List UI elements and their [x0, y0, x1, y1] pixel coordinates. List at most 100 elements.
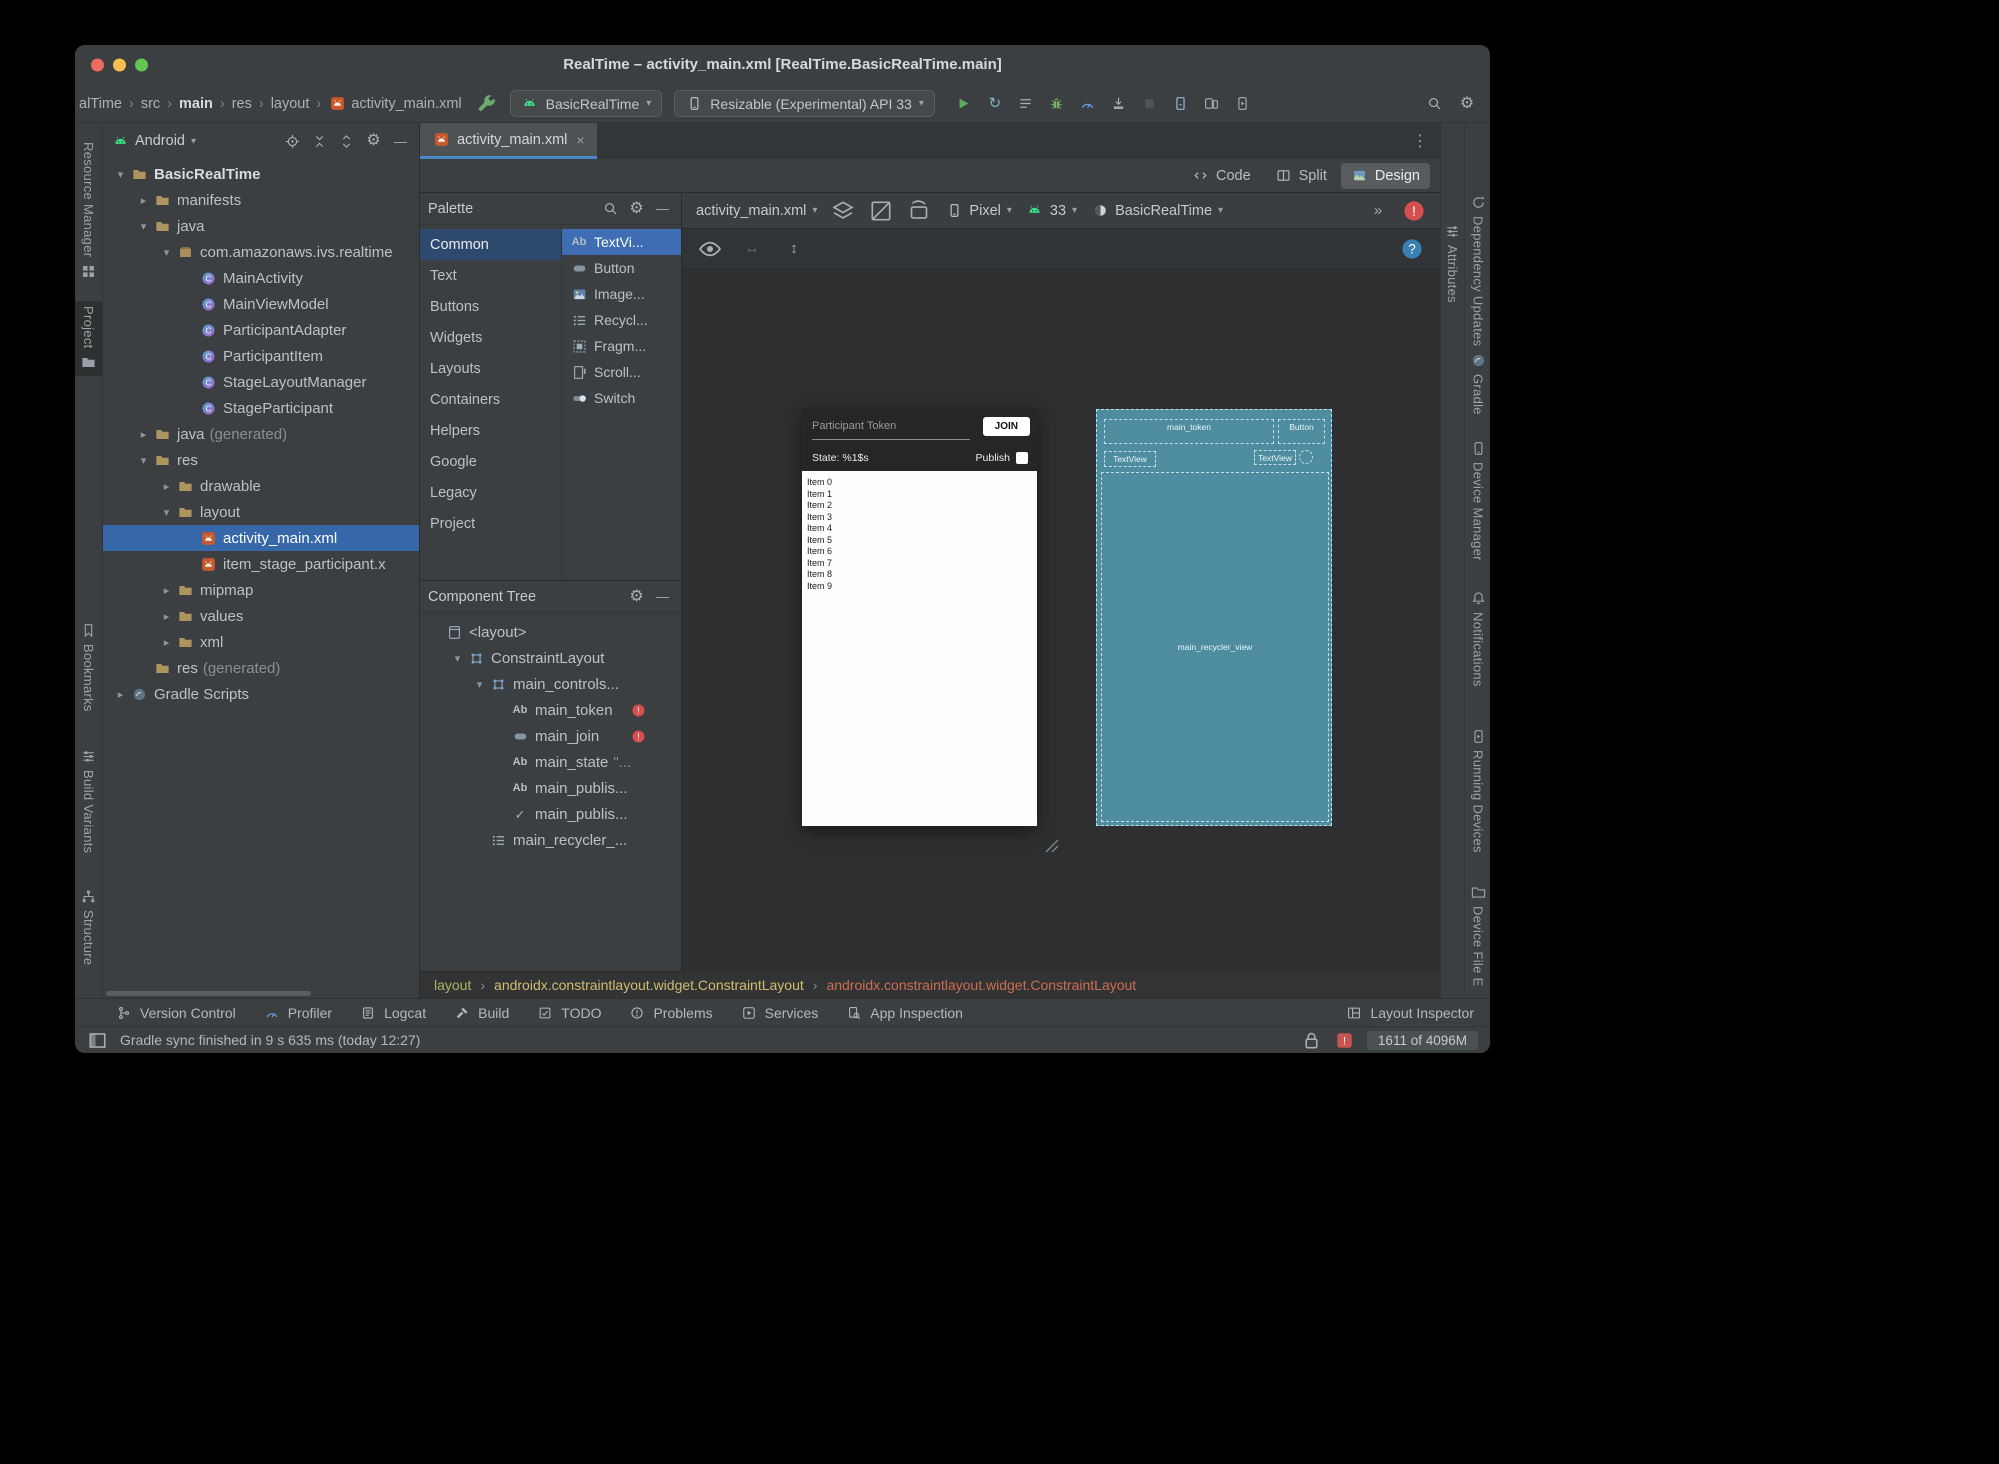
xml-breadcrumb-item-2[interactable]: androidx.constraintlayout.widget.Constra… — [826, 977, 1136, 993]
debug-icon[interactable] — [1048, 95, 1066, 113]
palette-category-helpers[interactable]: Helpers — [420, 415, 561, 446]
zoom-window-button[interactable] — [135, 58, 148, 72]
search-everywhere-icon[interactable] — [1425, 95, 1443, 113]
device-selector[interactable]: Resizable (Experimental) API 33 ▾ — [674, 90, 935, 117]
minimize-window-button[interactable] — [113, 58, 126, 72]
tree-item-layout[interactable]: ▾ layout — [103, 499, 419, 525]
blueprint-button[interactable]: Button — [1278, 419, 1325, 444]
settings-icon[interactable]: ⚙ — [626, 198, 647, 219]
more-actions-icon[interactable]: » — [1366, 199, 1390, 223]
tree-item-gradle-scripts[interactable]: ▸ Gradle Scripts — [103, 681, 419, 707]
layers-icon[interactable] — [831, 199, 855, 223]
token-input[interactable]: Participant Token — [812, 420, 896, 432]
component-item-main-controls-2[interactable]: ▾ main_controls... — [420, 671, 681, 697]
blueprint-preview[interactable]: main_token Button TextView TextView main… — [1096, 409, 1332, 826]
restore-layout-icon[interactable] — [87, 1030, 108, 1051]
build-wrench-icon[interactable] — [474, 92, 498, 116]
attach-debugger-icon[interactable] — [1110, 95, 1128, 113]
hide-icon[interactable]: — — [652, 198, 673, 219]
stripe-item-structure[interactable]: Structure — [75, 883, 102, 970]
toolwindow-services[interactable]: Services — [740, 1004, 818, 1022]
breadcrumb-item-src[interactable]: src — [141, 96, 160, 112]
palette-category-google[interactable]: Google — [420, 446, 561, 477]
palette-component-scroll[interactable]: Scroll... — [562, 359, 681, 385]
component-item-main-publis-7[interactable]: ✓ main_publis... — [420, 801, 681, 827]
component-item-main-token-3[interactable]: Ab main_token! — [420, 697, 681, 723]
scrollbar-thumb[interactable] — [106, 990, 311, 996]
running-devices-icon[interactable] — [1234, 95, 1252, 113]
stripe-item-device-manager[interactable]: Device Manager — [1465, 435, 1490, 566]
toolwindow-app-inspection[interactable]: App Inspection — [845, 1004, 963, 1022]
blueprint-textview-2[interactable]: TextView — [1254, 450, 1296, 465]
toolwindow-version-control[interactable]: Version Control — [115, 1004, 236, 1022]
palette-category-legacy[interactable]: Legacy — [420, 477, 561, 508]
surface-file-selector[interactable]: activity_main.xml ▾ — [696, 203, 817, 219]
palette-category-text[interactable]: Text — [420, 260, 561, 291]
xml-breadcrumb-item-0[interactable]: layout — [434, 977, 471, 993]
project-view-selector[interactable]: Android — [135, 133, 185, 149]
stripe-item-bookmarks[interactable]: Bookmarks — [75, 617, 102, 717]
tree-item-values[interactable]: ▸ values — [103, 603, 419, 629]
palette-category-common[interactable]: Common — [420, 229, 561, 260]
stripe-item-device-file-e[interactable]: Device File E — [1465, 879, 1490, 991]
stripe-item-running-devices[interactable]: Running Devices — [1465, 723, 1490, 858]
stripe-item-attributes[interactable]: Attributes — [1441, 218, 1464, 308]
palette-category-project[interactable]: Project — [420, 508, 561, 539]
project-horizontal-scrollbar[interactable] — [103, 988, 419, 998]
breadcrumb-item-res[interactable]: res — [232, 96, 252, 112]
stripe-item-resource-manager[interactable]: Resource Manager — [75, 137, 102, 284]
surface-theme-selector[interactable]: BasicRealTime ▾ — [1091, 202, 1223, 220]
breadcrumb-item-main[interactable]: main — [179, 96, 213, 112]
tree-item-stageparticipant[interactable]: C StageParticipant — [103, 395, 419, 421]
hide-icon[interactable]: — — [652, 586, 673, 607]
breadcrumb-item-layout[interactable]: layout — [271, 96, 310, 112]
run-configuration-selector[interactable]: BasicRealTime ▾ — [509, 90, 663, 117]
canvas-resize-handle[interactable] — [1043, 837, 1061, 855]
tree-item-res[interactable]: ▾ res — [103, 447, 419, 473]
mode-code[interactable]: Code — [1182, 163, 1261, 189]
tree-item-java[interactable]: ▸ java (generated) — [103, 421, 419, 447]
profiler-icon[interactable] — [1079, 95, 1097, 113]
stripe-item-notifications[interactable]: Notifications — [1465, 585, 1490, 692]
palette-component-switch[interactable]: Switch — [562, 385, 681, 411]
component-item-layout-0[interactable]: <layout> — [420, 619, 681, 645]
error-notification-icon[interactable]: ! — [1334, 1030, 1355, 1051]
stop-icon[interactable] — [1141, 95, 1159, 113]
stripe-item-project[interactable]: Project — [75, 301, 102, 376]
breadcrumb-item-activity-main-xml[interactable]: activity_main.xml — [328, 95, 462, 113]
component-item-main-state-5[interactable]: Ab main_state "... — [420, 749, 681, 775]
toolwindow-build[interactable]: Build — [453, 1004, 509, 1022]
tree-item-manifests[interactable]: ▸ manifests — [103, 187, 419, 213]
close-tab-icon[interactable]: × — [576, 132, 584, 148]
palette-category-buttons[interactable]: Buttons — [420, 291, 561, 322]
breadcrumb-item-altime[interactable]: alTime — [79, 96, 122, 112]
orientation-icon[interactable] — [907, 199, 931, 223]
stripe-item-gradle[interactable]: Gradle — [1465, 347, 1490, 420]
design-preview[interactable]: Participant Token JOIN State: %1$s Publi… — [802, 409, 1037, 826]
tree-item-activity-main-xml[interactable]: activity_main.xml — [103, 525, 419, 551]
blueprint-switch[interactable] — [1299, 450, 1313, 464]
collapse-all-icon[interactable] — [309, 131, 330, 152]
palette-component-recycl[interactable]: Recycl... — [562, 307, 681, 333]
lock-icon[interactable] — [1301, 1030, 1322, 1051]
blueprint-textview[interactable]: TextView — [1104, 451, 1156, 467]
tree-item-com-amazonaws-ivs-realtime[interactable]: ▾ com.amazonaws.ivs.realtime — [103, 239, 419, 265]
palette-category-widgets[interactable]: Widgets — [420, 322, 561, 353]
tree-item-item-stage-participant-x[interactable]: item_stage_participant.x — [103, 551, 419, 577]
publish-checkbox[interactable] — [1016, 452, 1028, 464]
surface-api-selector[interactable]: 33 ▾ — [1026, 202, 1077, 220]
expand-all-icon[interactable] — [336, 131, 357, 152]
device-manager-icon[interactable] — [1172, 95, 1190, 113]
component-item-main-publis-6[interactable]: Ab main_publis... — [420, 775, 681, 801]
run-icon[interactable] — [955, 95, 973, 113]
toolwindow-layout-inspector[interactable]: Layout Inspector — [1345, 1004, 1474, 1022]
rerun-icon[interactable]: ↻ — [986, 95, 1004, 113]
toolwindow-todo[interactable]: TODO — [536, 1004, 601, 1022]
palette-category-layouts[interactable]: Layouts — [420, 353, 561, 384]
blueprint-recycler[interactable]: main_recycler_view — [1101, 472, 1329, 822]
mirror-device-icon[interactable] — [1203, 95, 1221, 113]
run-configurations-icon[interactable] — [1017, 95, 1035, 113]
stripe-item-dependency-updates[interactable]: Dependency Updates — [1465, 189, 1490, 351]
toolwindow-profiler[interactable]: Profiler — [263, 1004, 332, 1022]
toolwindow-problems[interactable]: Problems — [628, 1004, 713, 1022]
